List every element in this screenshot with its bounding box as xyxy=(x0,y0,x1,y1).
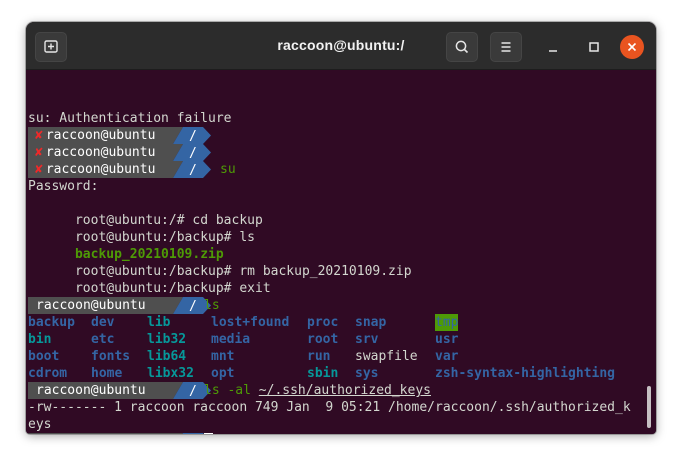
terminal-line: root@ubuntu:/backup# ls xyxy=(28,212,648,245)
listing-row: boot fonts lib64 mnt run swapfile var xyxy=(28,348,648,365)
prompt-dir: / xyxy=(189,146,197,161)
prompt-dir: / xyxy=(189,129,197,144)
listing-dir: snap xyxy=(355,315,387,330)
terminal-line: -rw------- 1 raccoon raccoon 749 Jan 9 0… xyxy=(28,399,648,416)
prompt-dir-segment: / xyxy=(173,144,211,161)
prompt-user-segment: ✘ raccoon@ubuntu xyxy=(28,127,173,144)
prompt-line: ✘ raccoon@ubuntu / su xyxy=(28,161,648,178)
search-button[interactable] xyxy=(446,32,478,62)
listing-dir: opt xyxy=(211,366,235,381)
prompt-user-segment: ✘ raccoon@ubuntu xyxy=(28,161,173,178)
listing-link: libx32 xyxy=(147,366,194,381)
prompt-user-host: raccoon@ubuntu xyxy=(45,128,156,143)
terminal-line: backup_20210109.zip xyxy=(28,229,648,262)
ls-al-output: eys xyxy=(28,417,52,432)
prompt-line: raccoon@ubuntu / xyxy=(28,433,648,434)
prompt-user-host: raccoon@ubuntu xyxy=(45,162,156,177)
terminal-line: root@ubuntu:/backup# rm backup_20210109.… xyxy=(28,246,648,279)
command-text: ls -al ~/.ssh/authorized_keys xyxy=(204,382,431,399)
title-bar: raccoon@ubuntu:/ xyxy=(26,22,656,70)
prompt-line: ✘ raccoon@ubuntu / xyxy=(28,127,648,144)
listing-dir: run xyxy=(307,349,331,364)
terminal-window: raccoon@ubuntu:/ su: Authentication fail… xyxy=(26,22,656,434)
listing-dir: var xyxy=(435,349,459,364)
fail-mark-icon: ✘ xyxy=(35,145,43,160)
listing-dir: etc xyxy=(91,332,115,347)
terminal-line: eys xyxy=(28,416,648,433)
listing-dir: mnt xyxy=(211,349,235,364)
prompt-dir: / xyxy=(189,163,197,178)
minimize-icon xyxy=(549,50,557,52)
listing-dir: sys xyxy=(355,366,379,381)
prompt-user-segment: raccoon@ubuntu xyxy=(28,297,173,314)
listing-row: cdrom home libx32 opt sbin sys zsh-synta… xyxy=(28,365,648,382)
listing-row: bin etc lib32 media root srv usr xyxy=(28,331,648,348)
fail-mark-icon: ✘ xyxy=(35,162,43,177)
listing-dir: cdrom xyxy=(28,366,68,381)
listing-dir: lost+found xyxy=(211,315,290,330)
terminal-line: exit xyxy=(28,280,648,313)
prompt-user-host: raccoon@ubuntu xyxy=(45,145,156,160)
command-path-argument: ~/.ssh/authorized_keys xyxy=(258,383,431,398)
prompt-user-host: raccoon@ubuntu xyxy=(36,383,146,398)
prompt-line: ✘ raccoon@ubuntu / xyxy=(28,144,648,161)
listing-file: swapfile xyxy=(355,349,418,364)
prompt-user-segment: raccoon@ubuntu xyxy=(28,433,173,434)
scrollbar-thumb[interactable] xyxy=(647,386,651,428)
listing-dir: home xyxy=(91,366,123,381)
listing-link: bin xyxy=(28,332,52,347)
terminal-line: Password: xyxy=(28,178,648,195)
maximize-icon xyxy=(589,42,599,52)
close-button[interactable] xyxy=(620,35,644,59)
prompt-line: raccoon@ubuntu / ls -al ~/.ssh/authorize… xyxy=(28,382,648,399)
menu-button[interactable] xyxy=(490,32,522,62)
prompt-dir: / xyxy=(189,299,197,314)
ls-al-output: -rw------- 1 raccoon raccoon 749 Jan 9 0… xyxy=(28,400,631,415)
listing-row: backup dev lib lost+found proc snap tmp xyxy=(28,314,648,331)
listing-link: lib32 xyxy=(147,332,187,347)
search-icon xyxy=(455,40,469,54)
minimize-button[interactable] xyxy=(541,35,565,59)
listing-dir: usr xyxy=(435,332,459,347)
text-cursor xyxy=(204,433,213,434)
listing-dir: zsh-syntax-highlighting xyxy=(435,366,616,381)
prompt-dir-segment: / xyxy=(173,161,211,178)
listing-dir: fonts xyxy=(91,349,131,364)
command-name: ls -al xyxy=(204,383,259,398)
listing-link: lib64 xyxy=(147,349,187,364)
prompt-dir: / xyxy=(189,384,197,399)
listing-dir: root xyxy=(307,332,339,347)
listing-dir-sticky: tmp xyxy=(435,314,459,331)
listing-link: lib xyxy=(147,315,171,330)
terminal-line: root@ubuntu:/backup# exit xyxy=(28,263,648,296)
listing-dir: proc xyxy=(307,315,339,330)
fail-mark-icon: ✘ xyxy=(35,128,43,143)
listing-dir: srv xyxy=(355,332,379,347)
prompt-line: raccoon@ubuntu / ls xyxy=(28,297,648,314)
command-text: su xyxy=(220,162,236,177)
listing-dir: media xyxy=(211,332,251,347)
terminal-line: root@ubuntu:/# cd backup xyxy=(28,195,648,228)
close-icon xyxy=(627,42,637,52)
maximize-button[interactable] xyxy=(582,35,606,59)
listing-dir: boot xyxy=(28,349,60,364)
prompt-user-host: raccoon@ubuntu xyxy=(36,298,146,313)
listing-dir: dev xyxy=(91,315,115,330)
prompt-user-segment: ✘ raccoon@ubuntu xyxy=(28,144,173,161)
listing-dir: backup xyxy=(28,315,75,330)
listing-link: sbin xyxy=(307,366,339,381)
terminal-output[interactable]: su: Authentication failure ✘ raccoon@ubun… xyxy=(26,70,656,434)
prompt-dir-segment: / xyxy=(173,127,211,144)
password-prompt: Password: xyxy=(28,179,99,194)
hamburger-menu-icon xyxy=(501,42,511,52)
su-failure-text: su: Authentication failure xyxy=(28,111,232,126)
command-text: ls xyxy=(204,298,220,313)
prompt-user-segment: raccoon@ubuntu xyxy=(28,382,173,399)
terminal-line: su: Authentication failure xyxy=(28,110,648,127)
